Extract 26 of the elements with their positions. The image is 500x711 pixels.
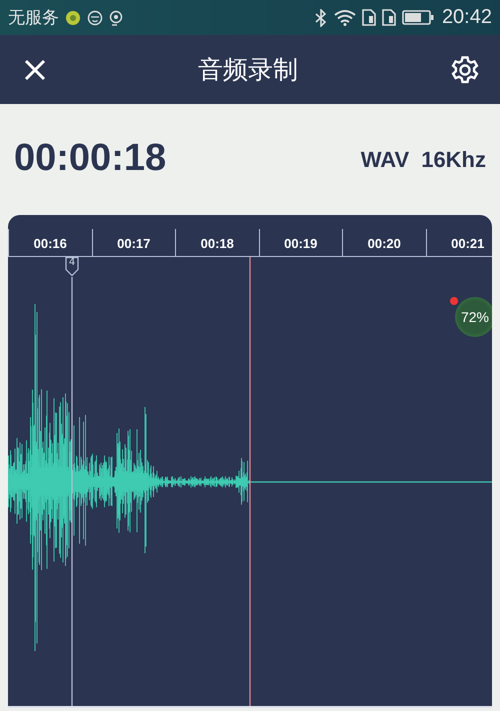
battery-icon bbox=[402, 10, 434, 25]
settings-icon[interactable] bbox=[450, 54, 480, 84]
progress-badge: 72% bbox=[455, 297, 492, 337]
bluetooth-icon bbox=[314, 8, 328, 26]
carrier-text: 无服务 bbox=[8, 7, 59, 29]
time-tick: 00:16 bbox=[8, 229, 92, 256]
sample-rate-label: 16Khz bbox=[421, 146, 486, 172]
sim-card-icon bbox=[382, 9, 396, 26]
coin-icon bbox=[65, 10, 81, 26]
time-tick: 00:19 bbox=[258, 229, 342, 256]
time-tick: 00:17 bbox=[92, 229, 175, 256]
recording-dot bbox=[450, 297, 458, 305]
marker-number: 4 bbox=[68, 257, 76, 269]
marker-flag[interactable] bbox=[65, 257, 79, 276]
time-tick: 00:21 bbox=[426, 229, 492, 256]
time-tick: 00:20 bbox=[342, 229, 426, 256]
close-icon[interactable] bbox=[24, 58, 46, 80]
wifi-icon bbox=[334, 9, 356, 26]
clock-text: 20:42 bbox=[442, 6, 492, 29]
face-icon bbox=[87, 10, 103, 26]
time-tick: 00:18 bbox=[175, 229, 258, 256]
playhead-line[interactable] bbox=[249, 257, 251, 706]
screen-title: 音频录制 bbox=[198, 54, 298, 86]
sim-card-icon bbox=[362, 9, 376, 26]
elapsed-time: 00:00:18 bbox=[14, 137, 168, 180]
format-label: WAV bbox=[360, 146, 410, 172]
